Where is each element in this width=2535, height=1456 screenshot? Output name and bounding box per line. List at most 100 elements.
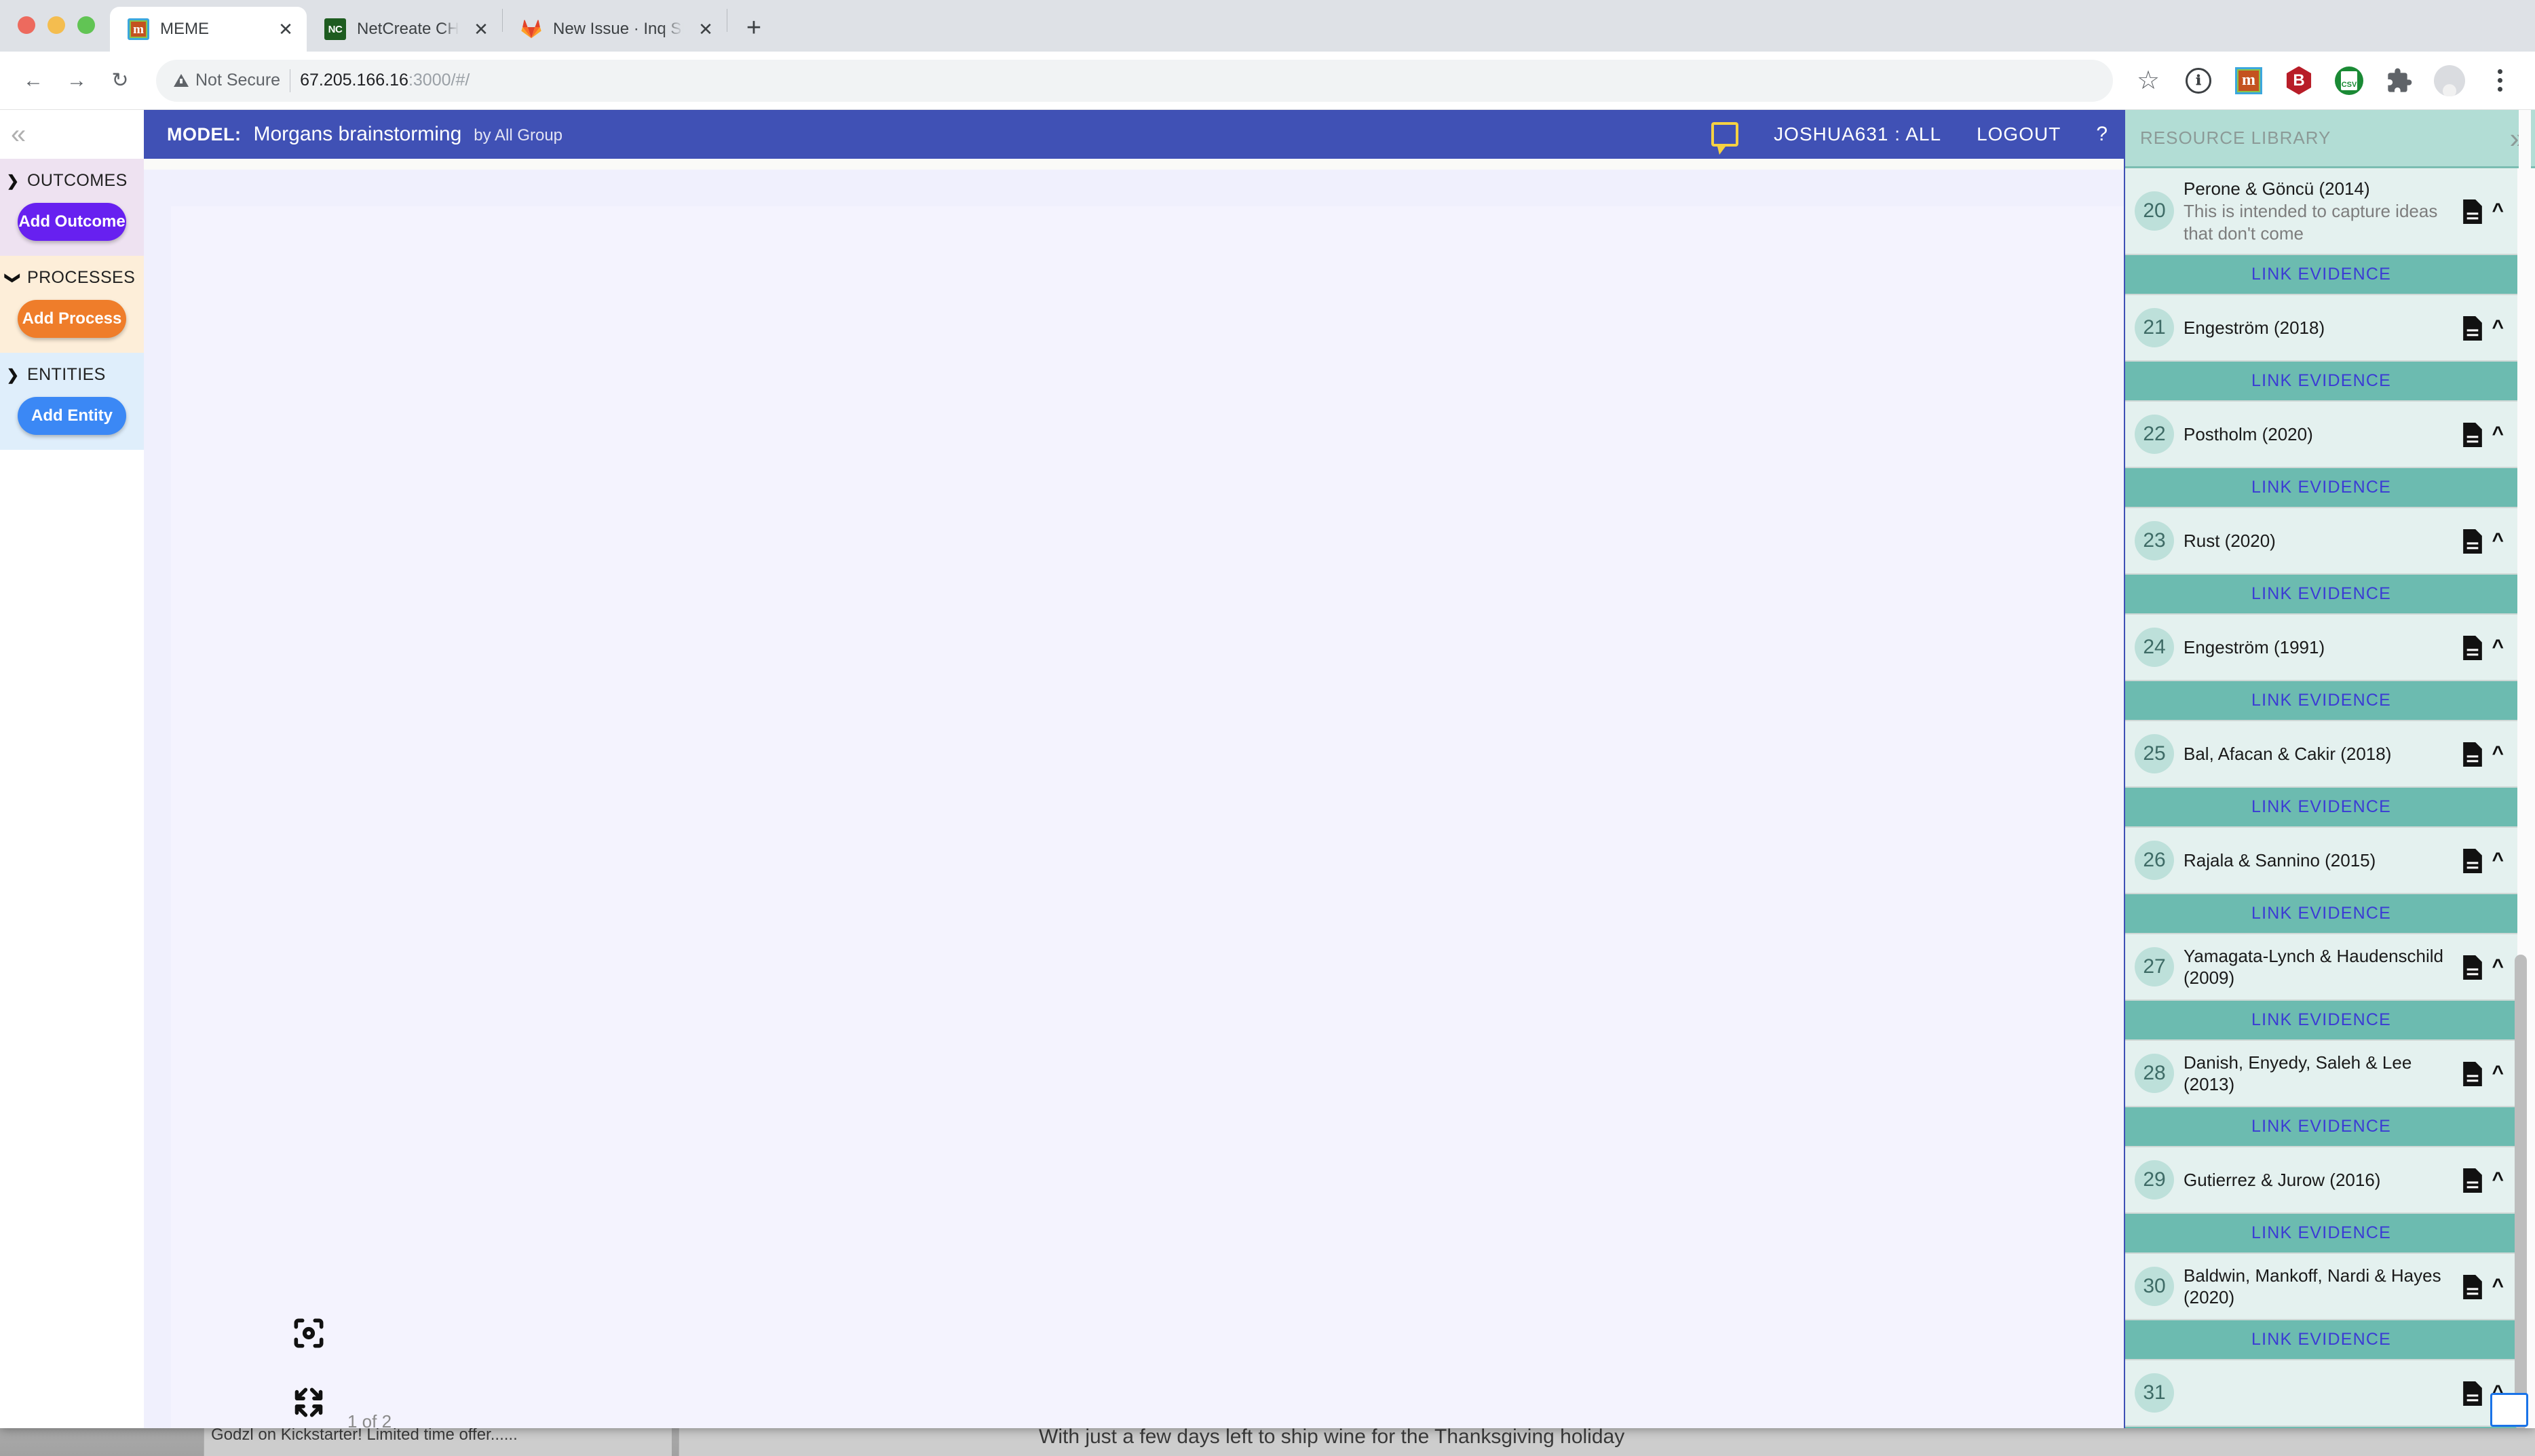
resource-row[interactable]: 21 Engeström (2018) ^ [2125,295,2517,361]
link-evidence-button[interactable]: LINK EVIDENCE [2125,573,2517,614]
add-entity-button[interactable]: Add Entity [18,397,126,435]
not-secure-indicator[interactable]: Not Secure [174,71,280,90]
link-evidence-button[interactable]: LINK EVIDENCE [2125,680,2517,721]
resource-item[interactable]: 20 Perone & Göncü (2014) This is intended … [2125,168,2517,296]
browser-tab-gitlab[interactable]: New Issue · Inq SEEDS / meme ✕ [503,7,727,52]
resource-item[interactable]: 31^LINK EVIDENCE [2125,1360,2517,1428]
sidebar-section-header-entities[interactable]: ❯ ENTITIES [0,365,144,385]
extensions-puzzle-icon[interactable] [2382,63,2417,98]
document-icon[interactable] [2463,316,2483,341]
new-tab-button[interactable]: + [736,15,772,41]
close-window-button[interactable] [18,16,35,34]
document-icon[interactable] [2463,423,2483,448]
sidebar-section-header-outcomes[interactable]: ❯ OUTCOMES [0,171,144,191]
link-evidence-button[interactable]: LINK EVIDENCE [2125,1212,2517,1253]
chevron-up-icon[interactable]: ^ [2492,1063,2504,1084]
chevron-up-icon[interactable]: ^ [2492,850,2504,870]
resource-row[interactable]: 25 Bal, Afacan & Cakir (2018) ^ [2125,721,2517,787]
chevron-up-icon[interactable]: ^ [2492,1276,2504,1297]
resource-row[interactable]: 27 Yamagata-Lynch & Haudenschild (2009) ^ [2125,934,2517,1000]
resource-item[interactable]: 29 Gutierrez & Jurow (2016) ^ LINK EVIDENCE [2125,1147,2517,1254]
close-tab-icon[interactable]: ✕ [274,19,297,40]
chevron-up-icon[interactable]: ^ [2492,424,2504,444]
comment-bubble-icon[interactable] [1711,122,1739,155]
resource-list[interactable]: 20 Perone & Göncü (2014) This is intended … [2125,168,2535,1428]
resource-row[interactable]: 31^ [2125,1360,2517,1426]
scrollbar-thumb[interactable] [2515,955,2527,1428]
link-evidence-button[interactable]: LINK EVIDENCE [2125,467,2517,507]
document-icon[interactable] [2463,636,2483,661]
resource-list-scrollbar[interactable] [2515,110,2531,1428]
add-outcome-button[interactable]: Add Outcome [18,203,126,241]
add-process-button[interactable]: Add Process [18,300,126,338]
address-bar[interactable]: Not Secure 67.205.166.16:3000/#/ [156,59,2113,102]
reload-icon[interactable]: ↻ [102,62,138,99]
resource-row[interactable]: 28 Danish, Enyedy, Saleh & Lee (2013) ^ [2125,1041,2517,1107]
resource-item[interactable]: 27 Yamagata-Lynch & Haudenschild (2009) ^ L… [2125,934,2517,1041]
document-icon[interactable] [2463,1381,2483,1406]
document-icon[interactable] [2463,1275,2483,1300]
link-evidence-button[interactable]: LINK EVIDENCE [2125,999,2517,1040]
browser-menu-icon[interactable] [2482,63,2517,98]
canvas-surface[interactable] [144,170,2124,1428]
document-icon[interactable] [2463,849,2483,874]
model-name[interactable]: Morgans brainstorming [253,123,461,146]
chevron-up-icon[interactable]: ^ [2492,637,2504,657]
browser-tab-meme[interactable]: m MEME ✕ [110,7,307,52]
document-icon[interactable] [2463,1062,2483,1087]
resource-item[interactable]: 24 Engeström (1991) ^ LINK EVIDENCE [2125,615,2517,722]
resource-row[interactable]: 26 Rajala & Sannino (2015) ^ [2125,828,2517,894]
chevron-up-icon[interactable]: ^ [2492,957,2504,977]
bitwarden-extension-icon[interactable]: B [2281,63,2317,98]
resource-row[interactable]: 23 Rust (2020) ^ [2125,508,2517,574]
chevron-up-icon[interactable]: ^ [2492,1170,2504,1190]
center-focus-icon[interactable] [290,1314,328,1352]
minimize-window-button[interactable] [47,16,65,34]
link-evidence-button[interactable]: LINK EVIDENCE [2125,1106,2517,1147]
chevron-up-icon[interactable]: ^ [2492,201,2504,221]
resource-row[interactable]: 22 Postholm (2020) ^ [2125,402,2517,467]
resource-item[interactable]: 30 Baldwin, Mankoff, Nardi & Hayes (2020)… [2125,1254,2517,1361]
close-tab-icon[interactable]: ✕ [470,19,493,40]
chevron-up-icon[interactable]: ^ [2492,318,2504,338]
maximize-window-button[interactable] [77,16,95,34]
resource-item[interactable]: 28 Danish, Enyedy, Saleh & Lee (2013) ^ LIN… [2125,1041,2517,1148]
model-canvas[interactable]: 1 of 2 [144,110,2124,1428]
resource-item[interactable]: 23 Rust (2020) ^ LINK EVIDENCE [2125,508,2517,615]
logout-button[interactable]: LOGOUT [1977,123,2061,145]
chevron-up-icon[interactable]: ^ [2492,744,2504,764]
link-evidence-button[interactable]: LINK EVIDENCE [2125,1425,2517,1428]
resource-row[interactable]: 29 Gutierrez & Jurow (2016) ^ [2125,1147,2517,1213]
resource-row[interactable]: 30 Baldwin, Mankoff, Nardi & Hayes (2020)… [2125,1254,2517,1320]
sidebar-section-header-processes[interactable]: ❯ PROCESSES [0,268,144,288]
forward-icon[interactable]: → [58,62,95,99]
resource-item[interactable]: 22 Postholm (2020) ^ LINK EVIDENCE [2125,402,2517,509]
canvas-inner-surface[interactable] [171,206,2124,1428]
help-button[interactable]: ? [2096,123,2108,146]
resource-item[interactable]: 21 Engeström (2018) ^ LINK EVIDENCE [2125,295,2517,402]
resource-item[interactable]: 25 Bal, Afacan & Cakir (2018) ^ LINK EVIDEN… [2125,721,2517,828]
link-evidence-button[interactable]: LINK EVIDENCE [2125,360,2517,401]
csv-extension-icon[interactable]: CSV [2331,63,2367,98]
info-circle-icon[interactable]: ℹ [2181,63,2216,98]
link-evidence-button[interactable]: LINK EVIDENCE [2125,254,2517,294]
document-icon[interactable] [2463,199,2483,225]
meme-extension-icon[interactable]: m [2231,63,2266,98]
link-evidence-button[interactable]: LINK EVIDENCE [2125,893,2517,934]
window-controls[interactable] [0,16,110,52]
fit-to-screen-icon[interactable] [290,1383,328,1421]
bookmark-star-icon[interactable]: ☆ [2131,63,2166,98]
document-icon[interactable] [2463,742,2483,767]
link-evidence-button[interactable]: LINK EVIDENCE [2125,786,2517,827]
link-evidence-button[interactable]: LINK EVIDENCE [2125,1319,2517,1360]
chevron-up-icon[interactable]: ^ [2492,531,2504,551]
document-icon[interactable] [2463,1168,2483,1193]
document-icon[interactable] [2463,529,2483,554]
browser-tab-netcreate[interactable]: NC NetCreate CHAT @ 134.209.73 ✕ [307,7,502,52]
profile-avatar-icon[interactable] [2432,63,2467,98]
resource-row[interactable]: 20 Perone & Göncü (2014) This is intended … [2125,168,2517,254]
document-icon[interactable] [2463,955,2483,980]
resource-row[interactable]: 24 Engeström (1991) ^ [2125,615,2517,681]
current-user-label[interactable]: JOSHUA631 : ALL [1774,123,1941,145]
resource-item[interactable]: 26 Rajala & Sannino (2015) ^ LINK EVIDENCE [2125,828,2517,935]
